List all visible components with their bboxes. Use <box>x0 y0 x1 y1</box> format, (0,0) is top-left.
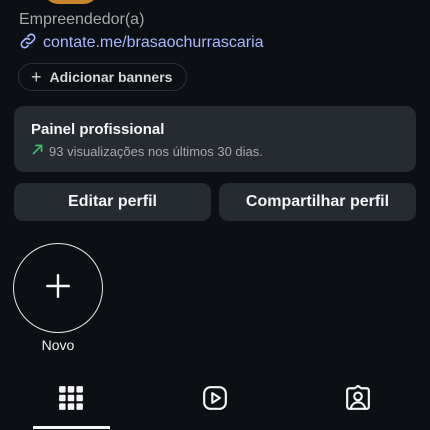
active-tab-indicator <box>33 426 110 429</box>
professional-dashboard-stats-row: 93 visualizações nos últimos 30 dias. <box>31 143 416 159</box>
plus-icon <box>45 273 71 304</box>
add-banners-label: Adicionar banners <box>49 69 173 85</box>
trend-up-icon <box>31 143 44 159</box>
link-icon <box>19 32 37 55</box>
new-highlight-button[interactable] <box>13 243 103 333</box>
professional-dashboard-card[interactable]: Painel profissional 93 visualizações nos… <box>14 106 416 172</box>
profile-link[interactable]: contate.me/brasaochurrascaria <box>19 33 264 53</box>
tab-tagged[interactable] <box>343 384 373 416</box>
professional-dashboard-stats: 93 visualizações nos últimos 30 dias. <box>49 143 263 159</box>
grid-icon <box>58 385 84 416</box>
share-profile-button[interactable]: Compartilhar perfil <box>219 183 416 221</box>
tab-reels[interactable] <box>200 384 230 416</box>
profile-link-text[interactable]: contate.me/brasaochurrascaria <box>43 34 264 52</box>
profile-category: Empreendedor(a) <box>19 11 145 28</box>
tagged-person-icon <box>345 384 371 416</box>
profile-avatar[interactable] <box>44 0 98 4</box>
plus-icon: + <box>31 67 42 87</box>
new-highlight-label: Novo <box>41 337 75 353</box>
tab-posts-grid[interactable] <box>56 384 86 416</box>
add-banners-button[interactable]: + Adicionar banners <box>18 63 187 91</box>
profile-page: Empreendedor(a) contate.me/brasaochurras… <box>0 0 430 430</box>
professional-dashboard-title: Painel profissional <box>31 121 165 138</box>
reels-play-icon <box>202 385 228 416</box>
edit-profile-button[interactable]: Editar perfil <box>14 183 211 221</box>
